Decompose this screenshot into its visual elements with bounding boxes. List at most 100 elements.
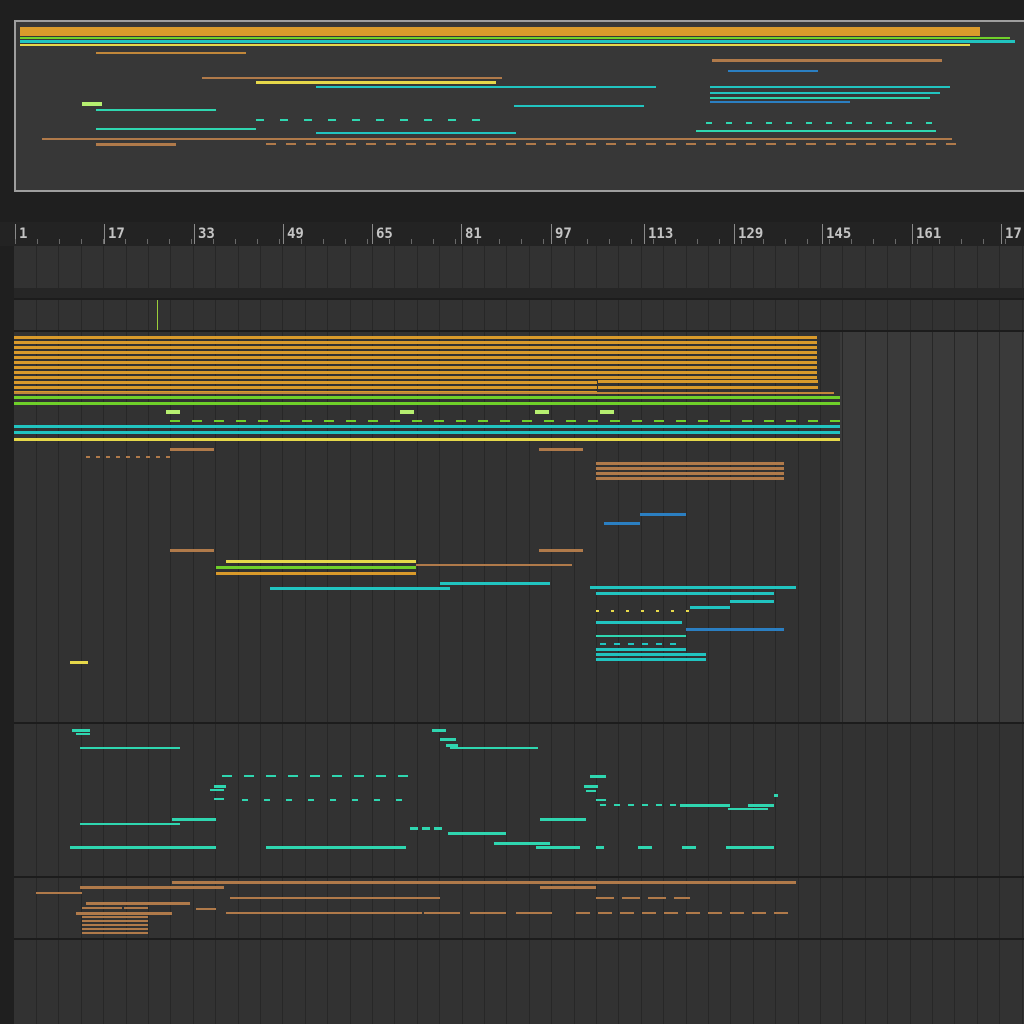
- clip[interactable]: [596, 462, 784, 465]
- midi-note[interactable]: [926, 143, 936, 145]
- ruler-bar-7[interactable]: 113: [644, 224, 673, 244]
- midi-note[interactable]: [126, 456, 130, 458]
- midi-note[interactable]: [368, 420, 378, 422]
- midi-note[interactable]: [332, 775, 342, 777]
- midi-note[interactable]: [266, 143, 276, 145]
- clip[interactable]: [216, 572, 416, 575]
- clip[interactable]: [596, 653, 706, 656]
- clip[interactable]: [266, 846, 406, 849]
- clip[interactable]: [686, 628, 784, 631]
- midi-note[interactable]: [448, 119, 456, 121]
- midi-note[interactable]: [222, 775, 232, 777]
- clip[interactable]: [535, 410, 549, 414]
- midi-note[interactable]: [166, 456, 170, 458]
- midi-note[interactable]: [256, 119, 264, 121]
- midi-note[interactable]: [264, 799, 270, 801]
- overview-clip[interactable]: [96, 128, 256, 130]
- midi-note[interactable]: [596, 610, 599, 612]
- clip[interactable]: [596, 658, 706, 661]
- midi-note[interactable]: [674, 897, 690, 899]
- arrangement-grid[interactable]: [14, 246, 1024, 1024]
- midi-note[interactable]: [671, 610, 674, 612]
- clip[interactable]: [440, 582, 550, 585]
- clip[interactable]: [14, 396, 840, 399]
- clip[interactable]: [440, 738, 456, 741]
- midi-note[interactable]: [786, 143, 796, 145]
- clip[interactable]: [166, 410, 180, 414]
- midi-note[interactable]: [446, 143, 456, 145]
- clip[interactable]: [14, 376, 817, 379]
- midi-note[interactable]: [116, 456, 120, 458]
- clip[interactable]: [82, 924, 148, 926]
- clip[interactable]: [14, 392, 834, 394]
- clip[interactable]: [170, 448, 214, 451]
- overview-clip[interactable]: [710, 86, 950, 88]
- midi-note[interactable]: [486, 143, 496, 145]
- midi-note[interactable]: [598, 912, 612, 914]
- clip[interactable]: [596, 467, 784, 470]
- midi-note[interactable]: [626, 610, 629, 612]
- clip[interactable]: [680, 804, 730, 807]
- midi-note[interactable]: [698, 420, 708, 422]
- midi-note[interactable]: [706, 122, 712, 124]
- midi-note[interactable]: [648, 897, 666, 899]
- midi-note[interactable]: [726, 122, 732, 124]
- midi-note[interactable]: [906, 143, 916, 145]
- clip[interactable]: [14, 351, 817, 354]
- ruler-bar-0[interactable]: 1: [15, 224, 27, 244]
- midi-note[interactable]: [546, 143, 556, 145]
- clip[interactable]: [416, 564, 572, 566]
- midi-note[interactable]: [886, 143, 896, 145]
- midi-note[interactable]: [742, 420, 752, 422]
- midi-note[interactable]: [664, 912, 678, 914]
- clip[interactable]: [540, 886, 596, 889]
- overview-clip[interactable]: [20, 40, 1015, 43]
- midi-note[interactable]: [656, 804, 662, 806]
- clip[interactable]: [172, 818, 216, 821]
- midi-note[interactable]: [466, 143, 476, 145]
- overview-clip[interactable]: [96, 143, 176, 146]
- midi-note[interactable]: [286, 143, 296, 145]
- clip[interactable]: [14, 371, 817, 374]
- midi-note[interactable]: [376, 119, 384, 121]
- clip[interactable]: [596, 799, 606, 801]
- midi-note[interactable]: [806, 122, 812, 124]
- midi-note[interactable]: [586, 143, 596, 145]
- midi-note[interactable]: [280, 119, 288, 121]
- midi-note[interactable]: [730, 912, 744, 914]
- clip[interactable]: [196, 908, 216, 910]
- midi-note[interactable]: [726, 143, 736, 145]
- midi-note[interactable]: [642, 912, 656, 914]
- midi-note[interactable]: [866, 122, 872, 124]
- midi-note[interactable]: [398, 775, 408, 777]
- clip[interactable]: [450, 747, 538, 749]
- midi-note[interactable]: [434, 827, 442, 830]
- midi-note[interactable]: [354, 775, 364, 777]
- midi-note[interactable]: [588, 420, 598, 422]
- midi-note[interactable]: [330, 799, 336, 801]
- midi-note[interactable]: [526, 143, 536, 145]
- midi-note[interactable]: [426, 143, 436, 145]
- ruler-bar-1[interactable]: 17: [104, 224, 125, 244]
- clip[interactable]: [230, 897, 440, 899]
- midi-note[interactable]: [620, 912, 634, 914]
- midi-note[interactable]: [412, 420, 422, 422]
- midi-note[interactable]: [926, 122, 932, 124]
- clip[interactable]: [170, 549, 214, 552]
- overview-clip[interactable]: [728, 70, 818, 72]
- clip[interactable]: [14, 425, 840, 428]
- overview-clip[interactable]: [256, 81, 496, 84]
- midi-note[interactable]: [786, 122, 792, 124]
- clip[interactable]: [14, 346, 817, 349]
- midi-note[interactable]: [946, 143, 956, 145]
- midi-note[interactable]: [424, 912, 460, 914]
- midi-note[interactable]: [374, 799, 380, 801]
- midi-note[interactable]: [642, 643, 648, 645]
- arrangement-overview[interactable]: [14, 20, 1024, 192]
- midi-note[interactable]: [352, 799, 358, 801]
- midi-note[interactable]: [352, 119, 360, 121]
- clip[interactable]: [82, 928, 148, 930]
- overview-clip[interactable]: [20, 44, 970, 46]
- clip[interactable]: [540, 818, 586, 821]
- clip[interactable]: [590, 775, 606, 778]
